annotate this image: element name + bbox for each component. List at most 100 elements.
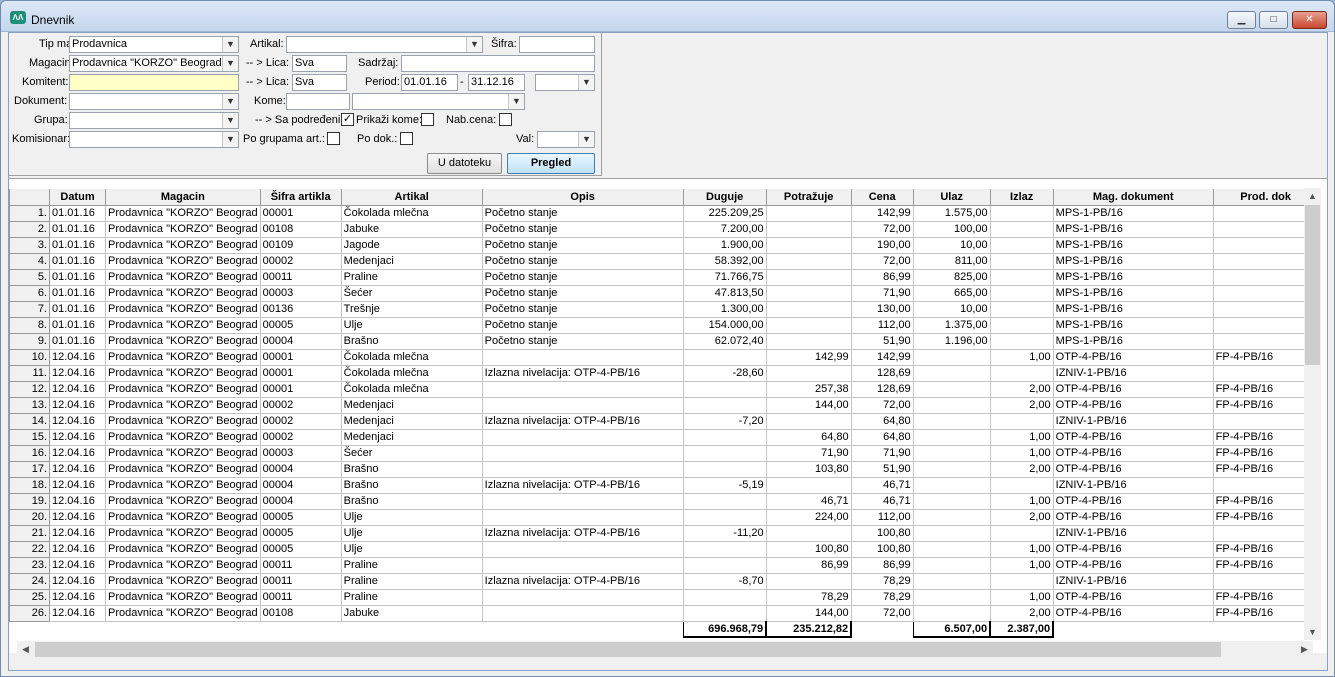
table-cell[interactable]: Početno stanje: [481, 252, 684, 270]
chevron-down-icon[interactable]: ▼: [222, 113, 238, 128]
table-cell[interactable]: [481, 428, 684, 446]
table-cell[interactable]: [765, 236, 852, 254]
table-cell[interactable]: 72,00: [850, 604, 914, 622]
table-cell[interactable]: [1212, 524, 1319, 542]
table-cell[interactable]: [481, 380, 684, 398]
table-cell[interactable]: 2,00: [989, 604, 1054, 622]
table-cell[interactable]: 12.04.16: [49, 524, 106, 542]
table-cell[interactable]: Šećer: [340, 444, 483, 462]
table-cell[interactable]: 12.04.16: [49, 396, 106, 414]
table-cell[interactable]: 144,00: [765, 396, 852, 414]
table-cell[interactable]: 72,00: [850, 396, 914, 414]
table-cell[interactable]: [912, 364, 991, 382]
column-header[interactable]: Prod. dok: [1212, 189, 1319, 206]
column-header[interactable]: Datum: [49, 189, 106, 206]
table-cell[interactable]: Prodavnica "KORZO" Beograd: [105, 556, 261, 574]
table-cell[interactable]: 00011: [259, 572, 342, 590]
magacin-select[interactable]: Prodavnica "KORZO" Beograd ▼: [69, 55, 239, 72]
row-number[interactable]: 5.: [9, 268, 50, 286]
table-cell[interactable]: Medenjaci: [340, 428, 483, 446]
table-cell[interactable]: 78,29: [850, 588, 914, 606]
column-header[interactable]: Magacin: [105, 189, 261, 206]
table-cell[interactable]: OTP-4-PB/16: [1052, 396, 1214, 414]
table-cell[interactable]: Prodavnica "KORZO" Beograd: [105, 604, 261, 622]
table-cell[interactable]: 51,90: [850, 460, 914, 478]
table-row[interactable]: 3. 01.01.16 Prodavnica "KORZO" Beograd 0010…: [9, 236, 1319, 254]
table-cell[interactable]: Praline: [340, 572, 483, 590]
table-cell[interactable]: 154.000,00: [682, 316, 767, 334]
row-number[interactable]: 2.: [9, 220, 50, 238]
table-cell[interactable]: [765, 332, 852, 350]
table-row[interactable]: 9. 01.01.16 Prodavnica "KORZO" Beograd 0000…: [9, 332, 1319, 350]
table-cell[interactable]: [912, 572, 991, 590]
table-cell[interactable]: -11,20: [682, 524, 767, 542]
chevron-down-icon[interactable]: ▼: [578, 75, 594, 90]
horizontal-scrollbar[interactable]: ◀ ▶: [17, 641, 1313, 658]
table-cell[interactable]: Početno stanje: [481, 268, 684, 286]
table-cell[interactable]: Brašno: [340, 332, 483, 350]
table-cell[interactable]: Prodavnica "KORZO" Beograd: [105, 508, 261, 526]
table-cell[interactable]: 12.04.16: [49, 508, 106, 526]
table-cell[interactable]: 58.392,00: [682, 252, 767, 270]
table-cell[interactable]: [912, 588, 991, 606]
table-cell[interactable]: [912, 412, 991, 430]
table-cell[interactable]: Prodavnica "KORZO" Beograd: [105, 364, 261, 382]
table-cell[interactable]: 00003: [259, 444, 342, 462]
table-cell[interactable]: -5,19: [682, 476, 767, 494]
table-cell[interactable]: 1.900,00: [682, 236, 767, 254]
table-cell[interactable]: 78,29: [765, 588, 852, 606]
table-cell[interactable]: Početno stanje: [481, 300, 684, 318]
table-cell[interactable]: [481, 604, 684, 622]
scroll-down-icon[interactable]: ▼: [1304, 624, 1321, 640]
column-header[interactable]: Opis: [481, 189, 684, 206]
view-button[interactable]: Pregled: [507, 153, 595, 174]
table-cell[interactable]: 10,00: [912, 236, 991, 254]
table-cell[interactable]: Jagode: [340, 236, 483, 254]
table-cell[interactable]: 01.01.16: [49, 236, 106, 254]
chevron-down-icon[interactable]: ▼: [508, 94, 524, 109]
table-cell[interactable]: 86,99: [850, 556, 914, 574]
table-cell[interactable]: Medenjaci: [340, 396, 483, 414]
tip-mag-select[interactable]: Prodavnica ▼: [69, 36, 239, 53]
vertical-scrollbar[interactable]: ▲ ▼: [1304, 188, 1321, 640]
table-cell[interactable]: IZNIV-1-PB/16: [1052, 476, 1214, 494]
row-number[interactable]: 20.: [9, 508, 50, 526]
table-cell[interactable]: MPS-1-PB/16: [1052, 284, 1214, 302]
table-cell[interactable]: [989, 220, 1054, 238]
table-cell[interactable]: 00004: [259, 332, 342, 350]
table-cell[interactable]: 46,71: [850, 492, 914, 510]
table-cell[interactable]: 112,00: [850, 316, 914, 334]
table-cell[interactable]: 12.04.16: [49, 428, 106, 446]
table-cell[interactable]: Prodavnica "KORZO" Beograd: [105, 444, 261, 462]
table-cell[interactable]: [1212, 364, 1319, 382]
table-cell[interactable]: 12.04.16: [49, 460, 106, 478]
period-from-input[interactable]: 01.01.16: [401, 74, 458, 91]
column-header[interactable]: Mag. dokument: [1052, 189, 1214, 206]
table-cell[interactable]: Izlazna nivelacija: OTP-4-PB/16: [481, 524, 684, 542]
table-cell[interactable]: OTP-4-PB/16: [1052, 380, 1214, 398]
table-cell[interactable]: Čokolada mlečna: [340, 348, 483, 366]
table-cell[interactable]: Prodavnica "KORZO" Beograd: [105, 332, 261, 350]
table-cell[interactable]: Brašno: [340, 476, 483, 494]
table-cell[interactable]: 46,71: [765, 492, 852, 510]
komitent-input[interactable]: [69, 74, 239, 91]
table-cell[interactable]: Prodavnica "KORZO" Beograd: [105, 460, 261, 478]
table-cell[interactable]: 01.01.16: [49, 220, 106, 238]
table-cell[interactable]: Trešnje: [340, 300, 483, 318]
table-cell[interactable]: 2,00: [989, 508, 1054, 526]
table-cell[interactable]: Ulje: [340, 524, 483, 542]
table-cell[interactable]: Početno stanje: [481, 220, 684, 238]
table-cell[interactable]: 47.813,50: [682, 284, 767, 302]
row-number[interactable]: 22.: [9, 540, 50, 558]
lica-input-1[interactable]: Sva: [292, 55, 347, 72]
table-cell[interactable]: [481, 348, 684, 366]
row-number[interactable]: 16.: [9, 444, 50, 462]
row-number[interactable]: 9.: [9, 332, 50, 350]
table-cell[interactable]: MPS-1-PB/16: [1052, 332, 1214, 350]
row-number[interactable]: 4.: [9, 252, 50, 270]
table-cell[interactable]: 12.04.16: [49, 556, 106, 574]
table-cell[interactable]: 00002: [259, 412, 342, 430]
row-number[interactable]: 12.: [9, 380, 50, 398]
table-cell[interactable]: [989, 476, 1054, 494]
table-cell[interactable]: [765, 524, 852, 542]
